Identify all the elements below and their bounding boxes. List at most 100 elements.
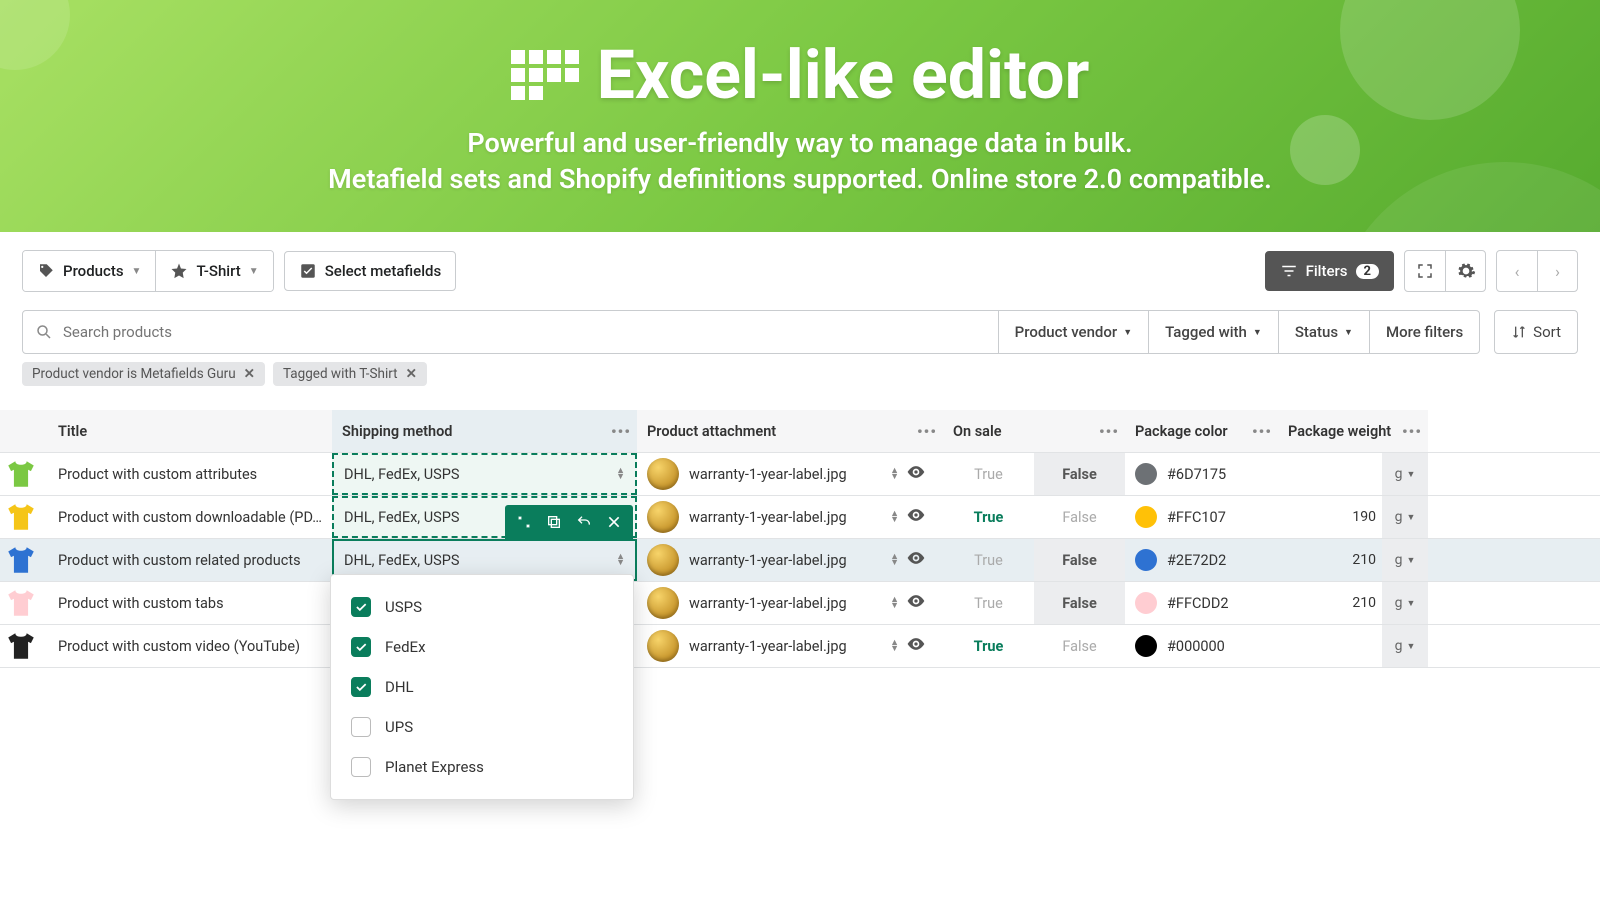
close-icon[interactable]: ✕ xyxy=(244,366,255,382)
cell-color[interactable]: #2E72D2 xyxy=(1125,539,1278,581)
dropdown-option[interactable]: FedEx xyxy=(331,627,633,667)
settings-button[interactable] xyxy=(1445,251,1485,291)
more-icon[interactable]: ••• xyxy=(1402,422,1422,441)
sale-true[interactable]: True xyxy=(943,582,1034,624)
col-attachment[interactable]: Product attachment••• xyxy=(637,410,943,452)
unit-selector[interactable]: g ▼ xyxy=(1382,539,1428,581)
prev-button[interactable]: ‹ xyxy=(1497,251,1537,291)
product-thumb[interactable] xyxy=(0,453,48,495)
cell-attachment[interactable]: warranty-1-year-label.jpg ▲▼ xyxy=(637,539,943,581)
dropdown-label: DHL xyxy=(385,678,414,696)
cell-title[interactable]: Product with custom video (YouTube) xyxy=(48,625,332,667)
expand-button[interactable] xyxy=(511,509,537,535)
sort-button[interactable]: Sort xyxy=(1494,310,1578,354)
cell-shipping[interactable]: DHL, FedEx, USPS▲▼ xyxy=(332,453,637,495)
cell-color[interactable]: #FFC107 xyxy=(1125,496,1278,538)
dropdown-option[interactable]: DHL xyxy=(331,667,633,707)
more-icon[interactable]: ••• xyxy=(917,422,937,441)
search-input-wrapper[interactable] xyxy=(22,310,999,354)
copy-button[interactable] xyxy=(541,509,567,535)
dropdown-option[interactable]: USPS xyxy=(331,587,633,627)
checkbox[interactable] xyxy=(351,757,371,777)
cell-title[interactable]: Product with custom downloadable (PD… xyxy=(48,496,332,538)
sale-false[interactable]: False xyxy=(1034,496,1125,538)
checkbox[interactable] xyxy=(351,677,371,697)
cell-weight[interactable]: 190g ▼ xyxy=(1278,496,1428,538)
cell-weight[interactable]: g ▼ xyxy=(1278,625,1428,667)
dropdown-label: FedEx xyxy=(385,638,426,656)
dropdown-option[interactable]: Planet Express xyxy=(331,747,633,787)
cell-weight[interactable]: g ▼ xyxy=(1278,453,1428,495)
preview-button[interactable] xyxy=(899,462,933,486)
chip-vendor[interactable]: Product vendor is Metafields Guru✕ xyxy=(22,362,265,386)
col-weight[interactable]: Package weight••• xyxy=(1278,410,1428,452)
cell-title[interactable]: Product with custom related products xyxy=(48,539,332,581)
fullscreen-button[interactable] xyxy=(1405,251,1445,291)
products-dropdown[interactable]: Products ▼ xyxy=(23,251,156,291)
filter-count-badge: 2 xyxy=(1356,264,1379,279)
cell-attachment[interactable]: warranty-1-year-label.jpg ▲▼ xyxy=(637,453,943,495)
unit-selector[interactable]: g ▼ xyxy=(1382,453,1428,495)
eye-icon xyxy=(906,634,926,654)
col-shipping[interactable]: Shipping method••• xyxy=(332,410,637,452)
filter-vendor[interactable]: Product vendor▼ xyxy=(999,310,1149,354)
more-icon[interactable]: ••• xyxy=(1099,422,1119,441)
color-swatch xyxy=(1135,592,1157,614)
more-filters[interactable]: More filters xyxy=(1370,310,1480,354)
product-thumb[interactable] xyxy=(0,625,48,667)
unit-selector[interactable]: g ▼ xyxy=(1382,625,1428,667)
preset-dropdown[interactable]: T-Shirt ▼ xyxy=(156,251,272,291)
close-button[interactable] xyxy=(601,509,627,535)
search-input[interactable] xyxy=(63,323,986,341)
shipping-dropdown[interactable]: USPS FedEx DHL UPS Planet Express xyxy=(330,574,634,800)
cell-color[interactable]: #000000 xyxy=(1125,625,1278,667)
dropdown-option[interactable]: UPS xyxy=(331,707,633,747)
preview-button[interactable] xyxy=(899,591,933,615)
cell-color[interactable]: #6D7175 xyxy=(1125,453,1278,495)
cell-color[interactable]: #FFCDD2 xyxy=(1125,582,1278,624)
sale-true[interactable]: True xyxy=(943,453,1034,495)
next-button[interactable]: › xyxy=(1537,251,1577,291)
sale-true[interactable]: True xyxy=(943,496,1034,538)
more-icon[interactable]: ••• xyxy=(1252,422,1272,441)
chip-tag[interactable]: Tagged with T-Shirt✕ xyxy=(273,362,427,386)
cell-attachment[interactable]: warranty-1-year-label.jpg ▲▼ xyxy=(637,496,943,538)
col-title[interactable]: Title xyxy=(48,410,332,452)
undo-button[interactable] xyxy=(571,509,597,535)
select-metafields-button[interactable]: Select metafields xyxy=(284,251,457,291)
sale-false[interactable]: False xyxy=(1034,582,1125,624)
sale-false[interactable]: False xyxy=(1034,539,1125,581)
filter-tagged[interactable]: Tagged with▼ xyxy=(1149,310,1279,354)
unit-selector[interactable]: g ▼ xyxy=(1382,582,1428,624)
cell-attachment[interactable]: warranty-1-year-label.jpg ▲▼ xyxy=(637,582,943,624)
cell-weight[interactable]: 210g ▼ xyxy=(1278,539,1428,581)
cell-title[interactable]: Product with custom attributes xyxy=(48,453,332,495)
dropdown-label: UPS xyxy=(385,718,413,736)
filters-button[interactable]: Filters 2 xyxy=(1265,251,1394,291)
preview-button[interactable] xyxy=(899,548,933,572)
checkbox[interactable] xyxy=(351,717,371,737)
attachment-thumb-icon xyxy=(647,544,679,576)
gear-icon xyxy=(1456,261,1476,281)
col-onsale[interactable]: On sale••• xyxy=(943,410,1125,452)
preview-button[interactable] xyxy=(899,505,933,529)
filter-status[interactable]: Status▼ xyxy=(1279,310,1370,354)
close-icon[interactable]: ✕ xyxy=(406,366,417,382)
checkbox[interactable] xyxy=(351,637,371,657)
product-thumb[interactable] xyxy=(0,539,48,581)
product-thumb[interactable] xyxy=(0,496,48,538)
cell-attachment[interactable]: warranty-1-year-label.jpg ▲▼ xyxy=(637,625,943,667)
attachment-thumb-icon xyxy=(647,587,679,619)
sale-false[interactable]: False xyxy=(1034,453,1125,495)
more-icon[interactable]: ••• xyxy=(611,422,631,441)
cell-weight[interactable]: 210g ▼ xyxy=(1278,582,1428,624)
sale-true[interactable]: True xyxy=(943,625,1034,667)
checkbox[interactable] xyxy=(351,597,371,617)
preview-button[interactable] xyxy=(899,634,933,658)
sale-false[interactable]: False xyxy=(1034,625,1125,667)
sale-true[interactable]: True xyxy=(943,539,1034,581)
product-thumb[interactable] xyxy=(0,582,48,624)
unit-selector[interactable]: g ▼ xyxy=(1382,496,1428,538)
col-color[interactable]: Package color••• xyxy=(1125,410,1278,452)
cell-title[interactable]: Product with custom tabs xyxy=(48,582,332,624)
